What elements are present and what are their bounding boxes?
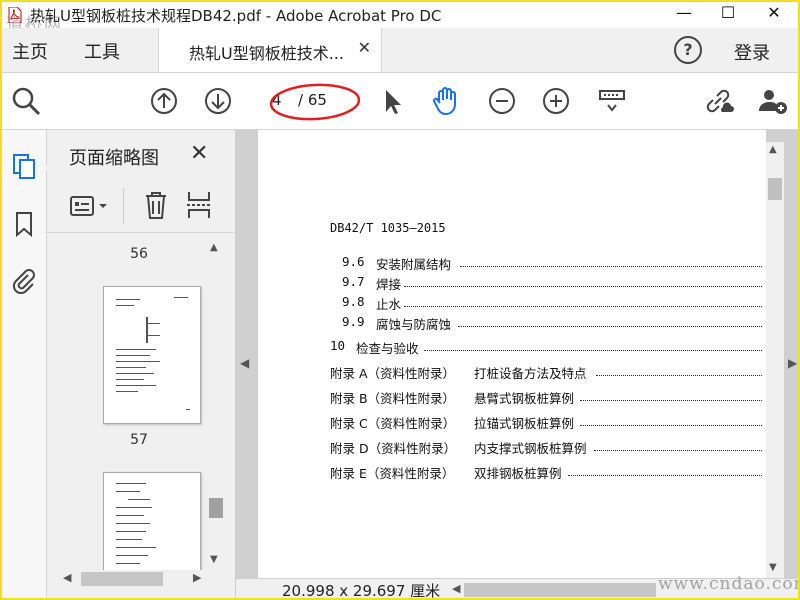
tab-bar: 主页 工具 热轧U型钢板桩技术... ✕ ? 登录 [2, 28, 798, 73]
close-tab-icon[interactable]: ✕ [358, 38, 371, 57]
thumbnail-vertical-scrollbar[interactable]: ▲ ▼ [207, 240, 225, 570]
toc-leader [404, 274, 762, 287]
delete-trash-icon[interactable] [143, 190, 169, 220]
toc-leader [580, 388, 762, 401]
toc-appendix-label: 附录 C（资料性附录） [330, 416, 456, 431]
toc-title: 拉锚式钢板桩算例 [474, 416, 575, 431]
toc-title: 安装附属结构 [376, 257, 452, 272]
thumbnail-number: 57 [130, 432, 148, 448]
hand-tool-icon[interactable] [430, 85, 462, 117]
maximize-button[interactable]: ☐ [706, 2, 750, 28]
toc-number: 9.6 [342, 254, 365, 269]
scroll-up-arrow[interactable]: ▲ [210, 242, 218, 253]
options-dropdown-icon[interactable] [69, 194, 111, 218]
hscroll-thumb[interactable] [81, 572, 163, 586]
toc-title: 内支撑式钢板桩算例 [474, 441, 587, 456]
page-display-icon[interactable] [596, 85, 628, 117]
login-button[interactable]: 登录 [734, 39, 770, 65]
thumbnail-list: 56 57 [69, 236, 209, 570]
scroll-right-arrow[interactable]: ▶ [193, 571, 201, 584]
tab-home[interactable]: 主页 [12, 38, 48, 64]
scroll-thumb[interactable] [209, 498, 223, 518]
thumbnail-page[interactable] [103, 472, 201, 570]
add-user-icon[interactable] [756, 85, 788, 117]
tab-document[interactable]: 热轧U型钢板桩技术... ✕ [158, 28, 382, 72]
attachment-icon[interactable] [10, 266, 38, 294]
watermark-url: www.cndao.com [658, 574, 800, 594]
document-tab-label: 热轧U型钢板桩技术... [189, 44, 344, 63]
previous-page-icon[interactable] [148, 85, 180, 117]
close-window-button[interactable]: ✕ [752, 2, 796, 28]
toolbar: 4 / 65 [2, 73, 798, 130]
document-view: ◀ DB42/T 1035—2015 9.6 安装附属结构 9.7 焊接 9.8… [236, 130, 798, 578]
doc-scroll-down-arrow[interactable]: ▼ [769, 562, 777, 573]
insert-page-icon[interactable] [185, 190, 213, 220]
document-header: DB42/T 1035—2015 [330, 221, 446, 235]
zoom-out-icon[interactable] [486, 85, 518, 117]
doc-scroll-left-arrow[interactable]: ◀ [452, 582, 460, 595]
total-pages-label: / 65 [298, 91, 327, 109]
panel-title: 页面缩略图 [69, 148, 159, 169]
toc-leader [404, 294, 762, 307]
page-number-field[interactable]: 4 / 65 [260, 87, 350, 115]
toc-number: 9.7 [342, 274, 365, 289]
toc-leader [458, 314, 762, 327]
collapse-left-arrow[interactable]: ◀ [240, 356, 249, 370]
toc-title: 腐蚀与防腐蚀 [376, 317, 452, 332]
toc-leader [424, 338, 762, 351]
left-rail [2, 130, 52, 598]
toc-appendix-label: 附录 B（资料性附录） [330, 391, 456, 406]
scroll-left-arrow[interactable]: ◀ [63, 571, 71, 584]
thumbnail-number: 56 [130, 246, 148, 262]
toc-title: 止水 [376, 297, 402, 312]
toc-leader [460, 254, 762, 267]
doc-scroll-thumb[interactable] [768, 178, 782, 200]
toc-appendix-label: 附录 E（资料性附录） [330, 466, 455, 481]
toc-leader [580, 413, 762, 426]
current-page-value: 4 [272, 91, 282, 109]
close-panel-icon[interactable]: ✕ [190, 141, 208, 166]
toc-number: 9.9 [342, 314, 365, 329]
toc-leader [568, 463, 762, 476]
collapse-right-arrow[interactable]: ▶ [788, 356, 797, 370]
bookmark-icon[interactable] [10, 210, 38, 238]
doc-hscroll-thumb[interactable] [464, 583, 656, 597]
next-page-icon[interactable] [202, 85, 234, 117]
window-title: 热轧U型钢板桩技术规程DB42.pdf - Adobe Acrobat Pro … [30, 7, 442, 25]
minimize-button[interactable]: — [662, 2, 706, 28]
zoom-in-icon[interactable] [540, 85, 572, 117]
toc-number: 10 [330, 338, 346, 353]
toc-title: 悬臂式钢板桩算例 [474, 391, 575, 406]
toc-number: 9.8 [342, 294, 365, 309]
page-size-readout: 20.998 x 29.697 厘米 [282, 582, 441, 600]
title-bar: 道桥网 热轧U型钢板桩技术规程DB42.pdf - Adobe Acrobat … [2, 2, 798, 35]
toc-title: 焊接 [376, 277, 402, 292]
thumbnail-horizontal-scrollbar[interactable]: ◀ ▶ [59, 570, 209, 590]
toc-title: 打桩设备方法及特点 [474, 366, 587, 381]
pages-icon[interactable] [10, 152, 38, 180]
thumbnail-page[interactable] [103, 286, 201, 424]
document-vertical-scrollbar[interactable]: ▲ ▼ [766, 142, 784, 578]
page-thumbnails-panel: 页面缩略图 ✕ 56 57 ▲ ▼ ◀ ▶ [47, 130, 236, 598]
search-zoom-icon[interactable] [10, 85, 42, 117]
panel-toolbar [47, 180, 235, 233]
toc-leader [594, 438, 762, 451]
select-cursor-icon[interactable] [376, 85, 408, 117]
toc-title: 检查与验收 [356, 341, 419, 356]
share-link-icon[interactable] [702, 85, 734, 117]
toc-appendix-label: 附录 A（资料性附录） [330, 366, 456, 381]
scroll-down-arrow[interactable]: ▼ [210, 554, 218, 565]
tab-tools[interactable]: 工具 [84, 38, 120, 64]
doc-scroll-up-arrow[interactable]: ▲ [769, 144, 777, 155]
pdf-page: DB42/T 1035—2015 9.6 安装附属结构 9.7 焊接 9.8 止… [258, 130, 766, 578]
toc-title: 双排钢板桩算例 [474, 466, 562, 481]
toc-leader [596, 363, 762, 376]
toc-appendix-label: 附录 D（资料性附录） [330, 441, 457, 456]
help-button[interactable]: ? [674, 36, 702, 64]
app-window: 道桥网 热轧U型钢板桩技术规程DB42.pdf - Adobe Acrobat … [0, 0, 800, 600]
toolbar-divider [123, 188, 124, 224]
